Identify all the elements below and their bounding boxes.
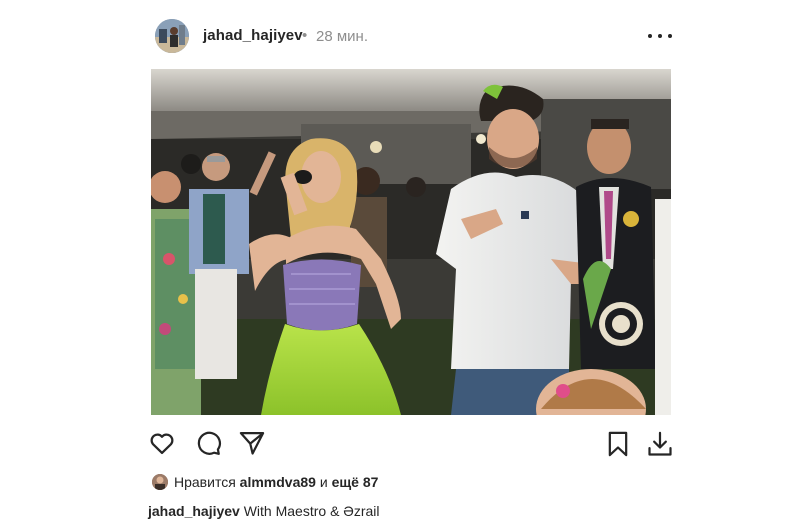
post-caption: jahad_hajiyev With Maestro & Əzrail	[148, 503, 380, 519]
bookmark-icon[interactable]	[604, 430, 632, 458]
more-options-icon[interactable]	[648, 26, 672, 46]
post-timestamp[interactable]: 28 мин.	[316, 28, 368, 45]
heart-icon[interactable]	[148, 429, 176, 457]
likes-middle: и	[319, 474, 328, 490]
paper-plane-icon[interactable]	[238, 429, 266, 457]
caption-username[interactable]: jahad_hajiyev	[148, 503, 240, 519]
dot-separator: •	[302, 27, 308, 44]
likes-prefix: Нравится	[174, 474, 236, 490]
post-username[interactable]: jahad_hajiyev	[203, 27, 303, 44]
likes-count[interactable]: ещё 87	[332, 474, 379, 490]
post-photo[interactable]	[151, 69, 671, 415]
caption-text: With Maestro & Əzrail	[243, 503, 380, 519]
download-icon[interactable]	[646, 430, 674, 458]
liker-avatar[interactable]	[152, 474, 168, 490]
liker-username[interactable]: almmdva89	[240, 474, 316, 490]
instagram-post: jahad_hajiyev • 28 мин. Нравится almmdva…	[0, 0, 800, 526]
likes-summary: Нравится almmdva89 и ещё 87	[174, 474, 378, 490]
user-avatar[interactable]	[155, 19, 189, 53]
comment-bubble-icon[interactable]	[194, 429, 222, 457]
